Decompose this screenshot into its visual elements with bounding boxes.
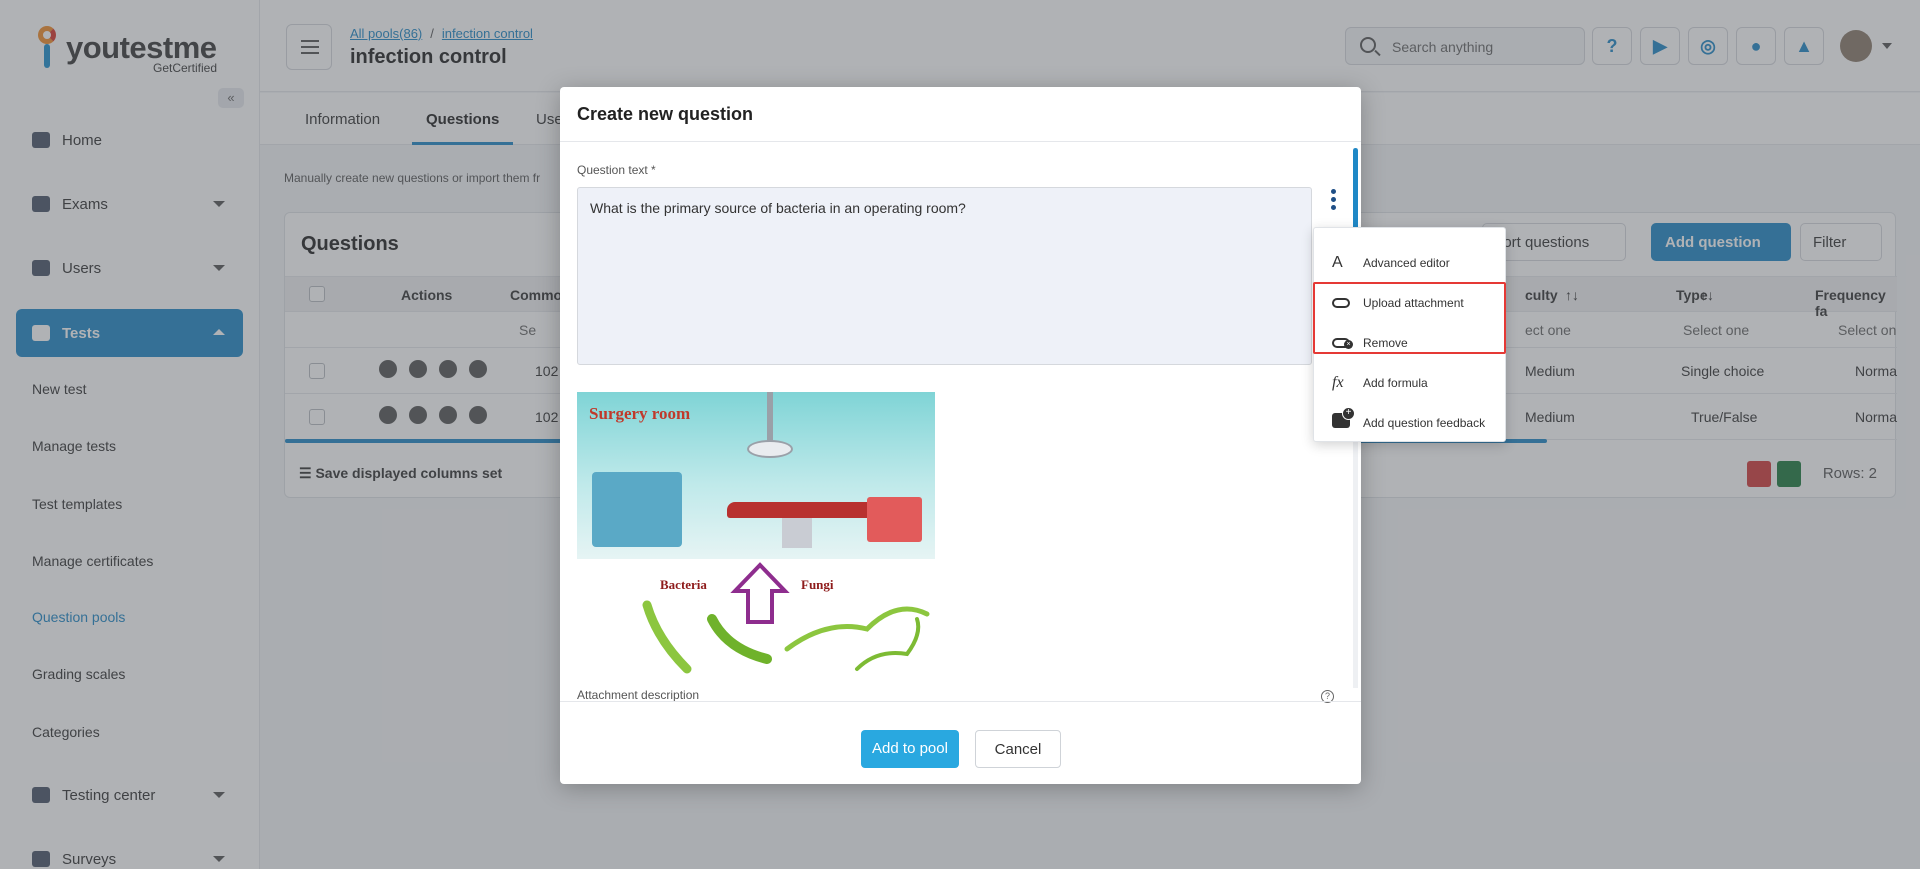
question-text-input[interactable]: What is the primary source of bacteria i… [577, 187, 1312, 365]
menu-highlight-box [1313, 282, 1506, 354]
menu-item-label: Add question feedback [1363, 416, 1486, 430]
dialog-title: Create new question [577, 104, 754, 124]
microbes-illustration: Bacteria Fungi [577, 559, 935, 676]
dialog-footer [560, 701, 1361, 784]
dialog-header: Create new question [560, 87, 1361, 142]
attachment-image-title: Surgery room [589, 404, 691, 423]
menu-item-label: Add formula [1363, 376, 1428, 390]
menu-item-add-formula[interactable]: fx Add formula [1314, 363, 1507, 403]
cancel-button[interactable]: Cancel [975, 730, 1061, 768]
add-to-pool-button[interactable]: Add to pool [861, 730, 959, 768]
question-text-value: What is the primary source of bacteria i… [590, 200, 966, 216]
menu-item-label: Advanced editor [1363, 256, 1450, 270]
menu-item-add-question-feedback[interactable]: Add question feedback [1314, 403, 1507, 443]
create-question-dialog: Create new question Question text * What… [560, 87, 1361, 784]
microbes-drawing [642, 562, 930, 674]
question-text-options-button[interactable] [1323, 186, 1343, 214]
attachment-image: Surgery room Bacteria Fungi [577, 392, 935, 676]
attachment-description-label: Attachment description [577, 688, 700, 702]
feedback-icon [1332, 407, 1355, 433]
dialog-scrollbar-thumb[interactable] [1353, 148, 1358, 238]
more-vertical-icon [1330, 189, 1336, 194]
menu-item-advanced-editor[interactable]: A Advanced editor [1314, 243, 1507, 283]
advanced-editor-icon: A [1332, 254, 1343, 271]
surgery-room-illustration: Surgery room [577, 392, 935, 559]
formula-icon: fx [1332, 374, 1344, 391]
question-text-label: Question text * [577, 163, 656, 177]
